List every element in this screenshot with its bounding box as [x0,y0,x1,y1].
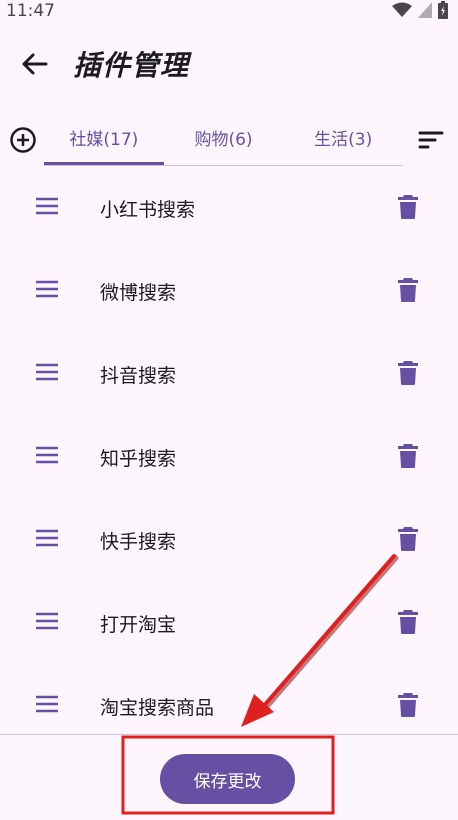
plugin-label: 抖音搜索 [100,365,177,387]
delete-icon[interactable] [396,443,420,469]
drag-handle-icon[interactable] [35,362,59,382]
back-button[interactable] [14,48,54,84]
list-item: 微博搜索 [0,249,458,332]
signal-icon [418,2,432,22]
drag-handle-icon[interactable] [35,611,59,631]
plugin-list: 小红书搜索 微博搜索 抖音搜索 知乎搜索 快手搜索 打开淘宝 淘宝搜索商品 [0,166,458,734]
sort-icon [418,131,444,154]
plugin-label: 微博搜索 [100,282,177,304]
list-item: 打开淘宝 [0,581,458,664]
delete-icon[interactable] [396,526,420,552]
status-icons [392,1,448,23]
bottom-divider [0,734,458,735]
plugin-label: 快手搜索 [100,531,177,553]
drag-handle-icon[interactable] [35,694,59,714]
tab-row: 社媒(17) 购物(6) 生活(3) [0,112,458,166]
add-circle-icon [9,127,37,158]
sort-button[interactable] [418,130,444,152]
delete-icon[interactable] [396,692,420,718]
tab-label: 购物(6) [194,129,253,150]
status-bar: 11:47 [0,0,458,24]
tab-label: 生活(3) [314,129,373,150]
list-item: 淘宝搜索商品 [0,664,458,734]
drag-handle-icon[interactable] [35,528,59,548]
plugin-label: 打开淘宝 [100,614,177,636]
tab-shopping[interactable]: 购物(6) [164,112,284,162]
delete-icon[interactable] [396,277,420,303]
delete-icon[interactable] [396,609,420,635]
wifi-icon [392,2,412,22]
drag-handle-icon[interactable] [35,196,59,216]
list-item: 快手搜索 [0,498,458,581]
tab-life[interactable]: 生活(3) [283,112,403,162]
save-changes-button[interactable]: 保存更改 [160,754,295,804]
delete-icon[interactable] [396,360,420,386]
add-category-button[interactable] [9,126,37,154]
category-tabs: 社媒(17) 购物(6) 生活(3) [44,112,403,166]
status-time: 11:47 [6,1,55,21]
arrow-left-icon [20,52,48,80]
list-item: 抖音搜索 [0,332,458,415]
page-title: 插件管理 [73,49,190,82]
list-item: 小红书搜索 [0,166,458,249]
app-bar: 插件管理 [0,30,458,100]
plugin-label: 淘宝搜索商品 [100,697,215,719]
delete-icon[interactable] [396,194,420,220]
battery-icon [438,1,448,23]
drag-handle-icon[interactable] [35,279,59,299]
drag-handle-icon[interactable] [35,445,59,465]
list-item: 知乎搜索 [0,415,458,498]
tab-social[interactable]: 社媒(17) [44,112,164,165]
plugin-label: 小红书搜索 [100,199,196,221]
plugin-label: 知乎搜索 [100,448,177,470]
tab-label: 社媒(17) [69,129,139,150]
